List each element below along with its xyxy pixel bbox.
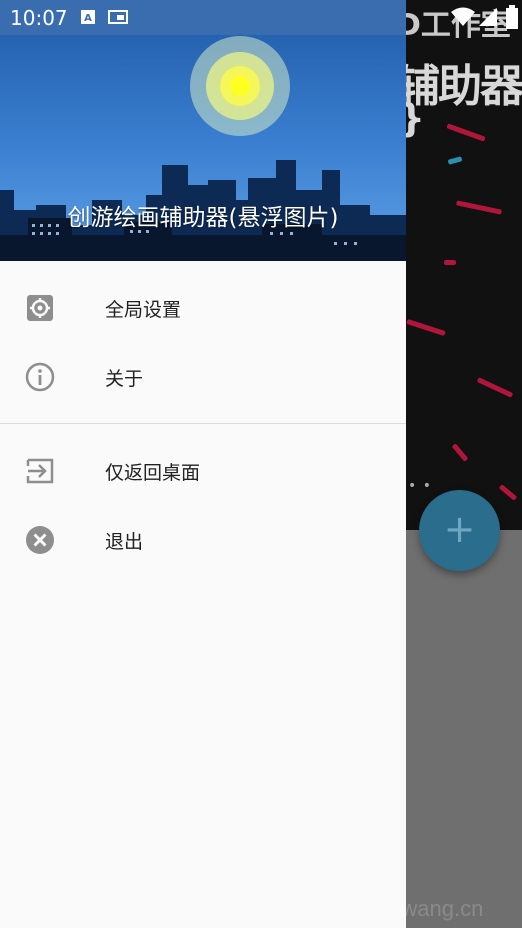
- menu-item-label: 退出: [105, 531, 144, 553]
- decor-streak: [476, 377, 514, 398]
- battery-icon: [506, 5, 518, 29]
- status-bar-right: [406, 0, 522, 35]
- picture-in-picture-icon: [108, 10, 128, 24]
- decor-streak: [447, 156, 463, 165]
- decor-streak: [446, 123, 486, 142]
- decor-streak: [455, 200, 503, 215]
- menu-item-return-home[interactable]: 仅返回桌面: [0, 437, 406, 505]
- status-time: 10:07: [10, 6, 68, 30]
- exit-to-app-icon: [26, 458, 54, 484]
- decor-streak: [498, 484, 518, 501]
- keyboard-a-icon: A: [81, 10, 95, 24]
- drawer-header-title: 创游绘画辅助器(悬浮图片): [67, 205, 339, 231]
- decor-streak: [406, 318, 446, 337]
- drawer-header: 创游绘画辅助器(悬浮图片): [0, 0, 406, 261]
- wifi-icon: [451, 7, 475, 26]
- menu-item-about[interactable]: 关于: [0, 343, 406, 411]
- menu-item-global-settings[interactable]: 全局设置: [0, 274, 406, 342]
- menu-item-label: 全局设置: [105, 299, 182, 321]
- menu-item-label: 仅返回桌面: [105, 462, 201, 484]
- decor-streak: [444, 260, 456, 265]
- cancel-circle-icon: [26, 526, 54, 554]
- decor-streak: [451, 443, 469, 462]
- status-bar: 10:07 A: [0, 0, 406, 35]
- menu-item-label: 关于: [105, 368, 144, 390]
- info-icon: [25, 362, 55, 392]
- menu-divider: [0, 423, 406, 424]
- add-fab-button[interactable]: +: [419, 490, 500, 571]
- background-bottom-area: [406, 530, 522, 928]
- page-indicator-dots: • •: [408, 478, 432, 494]
- signal-icon: [479, 8, 497, 26]
- svg-text:A: A: [84, 13, 92, 24]
- menu-item-exit[interactable]: 退出: [0, 506, 406, 574]
- navigation-drawer: 创游绘画辅助器(悬浮图片) 全局设置 关于 仅返回桌面 退出: [0, 0, 406, 928]
- gear-icon: [27, 295, 53, 321]
